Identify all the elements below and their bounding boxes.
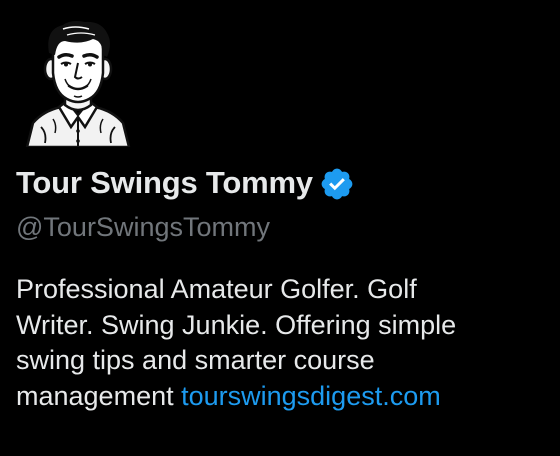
bio-line: Professional Amateur Golfer. Golf <box>16 274 417 304</box>
verified-badge-svg <box>321 168 353 199</box>
website-link[interactable]: tourswingsdigest.com <box>181 381 441 411</box>
bio-line: Writer. Swing Junkie. Offering simple <box>16 309 457 340</box>
bio-line: swing tips and smarter course <box>16 345 375 375</box>
bio-text: management <box>16 380 182 411</box>
display-name[interactable]: Tour Swings Tommy <box>16 163 313 203</box>
bio-line-last: management tourswingsdigest.com <box>16 379 546 415</box>
profile-bio: Professional Amateur Golfer. Golf Writer… <box>16 272 546 414</box>
avatar-illustration <box>25 21 131 149</box>
profile-header: Tour Swings Tommy @TourSwingsTommy Profe… <box>0 0 560 456</box>
avatar[interactable] <box>19 19 137 149</box>
user-handle: @TourSwingsTommy <box>16 212 270 242</box>
verified-badge-icon[interactable] <box>319 166 355 202</box>
name-row: Tour Swings Tommy <box>16 163 355 203</box>
